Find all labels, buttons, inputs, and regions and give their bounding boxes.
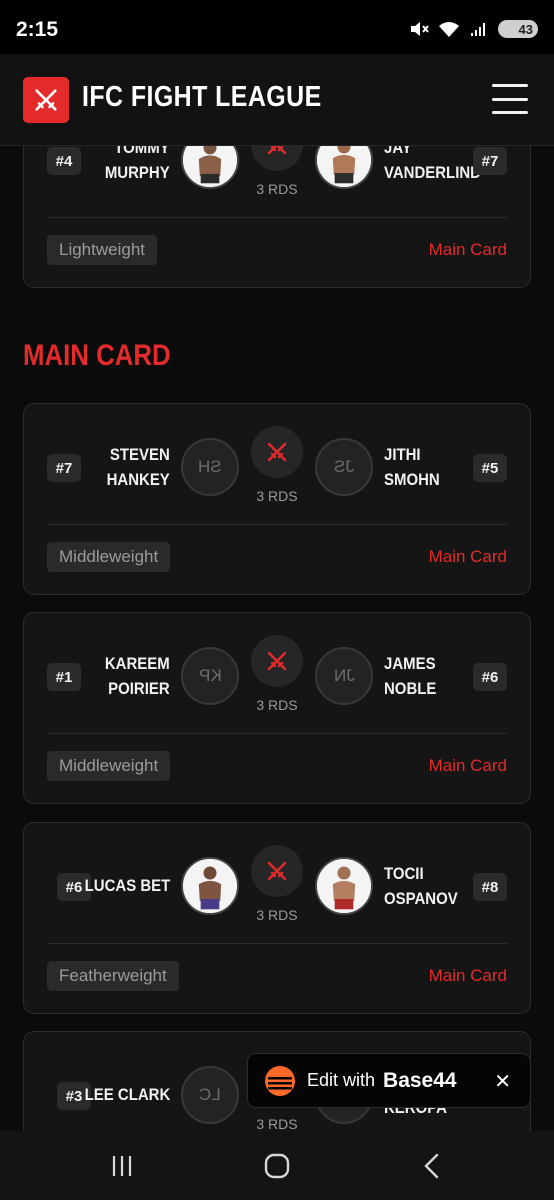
crossed-swords-icon [35, 89, 57, 111]
brand-title[interactable]: IFC FIGHT LEAGUE [82, 81, 322, 114]
fighter-avatar: JS [315, 438, 373, 496]
divider [47, 733, 507, 734]
card-type-label: Main Card [428, 547, 507, 566]
fighter-rank: #8 [473, 873, 507, 901]
weight-class-badge: Middleweight [47, 751, 171, 781]
fighter-rank: #5 [473, 454, 507, 482]
fighter-name: TOCII OSPANOV [384, 864, 458, 908]
weight-class-badge: Lightweight [47, 235, 158, 265]
crossed-swords-icon [267, 651, 287, 671]
weight-class-badge: Featherweight [47, 961, 179, 991]
rounds-label: 3 RDS [256, 907, 298, 923]
card-type-label: Main Card [428, 966, 507, 985]
fighter-name: LUCAS BET [84, 876, 170, 895]
system-nav-bar [0, 1131, 554, 1200]
fighter-rank: #7 [47, 454, 81, 482]
rounds-label: 3 RDS [256, 697, 298, 713]
fighter-rank: #4 [47, 147, 81, 175]
home-icon[interactable] [257, 1151, 297, 1181]
fight-card[interactable]: #6 LUCAS BET 3 RDS TOCII OSPANOV #8 Feath… [23, 822, 531, 1014]
divider [47, 217, 507, 218]
recent-apps-icon[interactable] [102, 1151, 142, 1181]
back-icon[interactable] [412, 1151, 452, 1181]
card-type-label: Main Card [428, 756, 507, 775]
fighter-rank: #1 [47, 663, 81, 691]
mute-icon [411, 22, 429, 36]
fight-card[interactable]: #1 KAREEM POIRIER KP 3 RDS JN JAMES NOBLE … [23, 612, 531, 804]
status-bar: 2:15 43 [0, 0, 554, 54]
close-icon[interactable]: ✕ [494, 1069, 511, 1094]
app-header: IFC FIGHT LEAGUE [0, 54, 554, 146]
fight-card[interactable]: #7 STEVEN HANKEY SH 3 RDS JS JITHI SMOHN #… [23, 403, 531, 595]
fighter-name: LEE CLARK [84, 1085, 170, 1104]
toast-brand: Base44 [383, 1068, 457, 1092]
vs-emblem [251, 426, 303, 478]
fighter-name: JITHI SMOHN [384, 445, 440, 489]
rounds-label: 3 RDS [256, 1116, 298, 1132]
status-time: 2:15 [16, 18, 59, 41]
base44-logo-icon [265, 1065, 295, 1096]
status-icons: 43 [409, 20, 538, 38]
logo[interactable] [23, 77, 69, 123]
fighter-name: JAMES NOBLE [384, 654, 437, 698]
battery-icon: 43 [498, 20, 538, 38]
card-type-label: Main Card [428, 240, 507, 259]
fight-list: #4 TOMMY MURPHY 3 RDS JAY VANDERLIND #7 Li… [0, 0, 554, 1200]
edit-with-base44-toast[interactable]: Edit with Base44 ✕ [247, 1053, 531, 1108]
divider [47, 943, 507, 944]
fighter-name: KAREEM POIRIER [105, 654, 170, 698]
wifi-icon [439, 22, 459, 37]
fighter-rank: #7 [473, 147, 507, 175]
rounds-label: 3 RDS [256, 181, 298, 197]
signal-icon [471, 23, 485, 36]
crossed-swords-icon [267, 861, 287, 881]
fighter-avatar: JN [315, 647, 373, 705]
toast-text: Edit with [307, 1070, 376, 1090]
vs-emblem [251, 635, 303, 687]
divider [47, 524, 507, 525]
hamburger-menu-icon[interactable] [492, 84, 528, 114]
weight-class-badge: Middleweight [47, 542, 171, 572]
fighter-avatar [315, 857, 373, 915]
rounds-label: 3 RDS [256, 488, 298, 504]
vs-emblem [251, 845, 303, 897]
fighter-rank: #6 [473, 663, 507, 691]
section-title: MAIN CARD [23, 339, 171, 372]
fighter-name: STEVEN HANKEY [106, 445, 170, 489]
crossed-swords-icon [267, 442, 287, 462]
